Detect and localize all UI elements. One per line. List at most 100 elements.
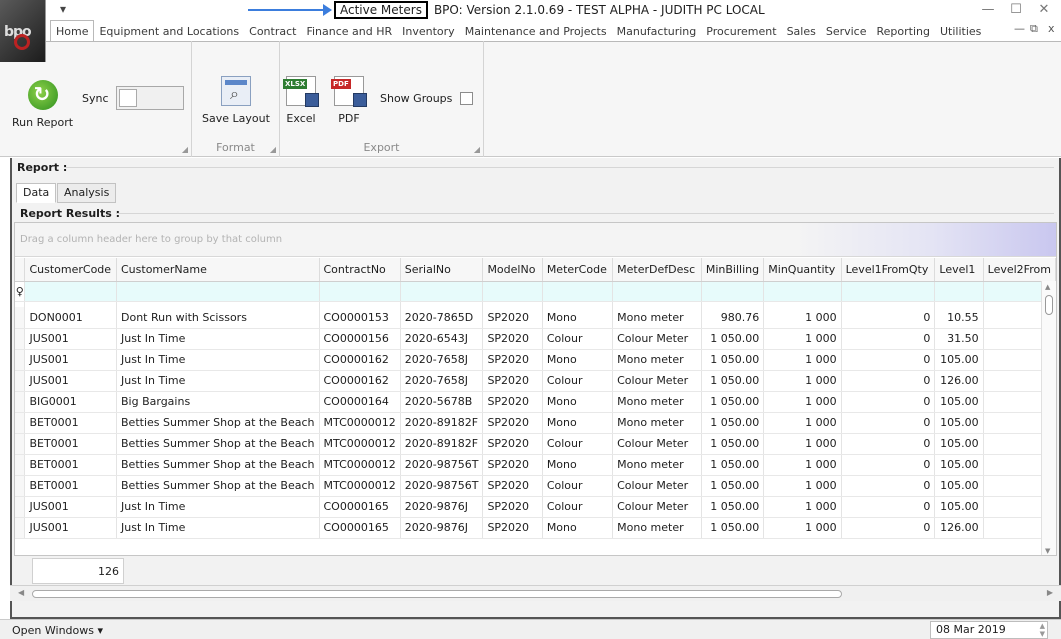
window-minimize-button[interactable]: — xyxy=(978,2,998,17)
date-spin-icon[interactable]: ▲ ▼ xyxy=(1040,622,1045,638)
cell-customername[interactable]: Just In Time xyxy=(116,349,320,371)
cell-serialno[interactable]: 2020-6543J xyxy=(400,328,484,350)
horizontal-scrollbar[interactable]: ◀ ▶ xyxy=(10,585,1061,601)
date-field[interactable]: 08 Mar 2019 ▲ ▼ xyxy=(930,621,1048,639)
cell-contractno[interactable]: CO0000165 xyxy=(319,496,401,518)
cell-meterdefdesc[interactable]: Mono meter xyxy=(612,454,702,476)
cell-contractno[interactable]: MTC0000012 xyxy=(319,412,401,434)
scroll-right-icon[interactable]: ▶ xyxy=(1047,588,1053,597)
cell-minquantity[interactable]: 1 000 xyxy=(763,370,842,392)
cell-level1[interactable]: 126.00 xyxy=(934,370,984,392)
auto-filter-row[interactable]: ♀ xyxy=(15,281,1056,302)
filter-cell[interactable] xyxy=(612,281,702,302)
cell-minquantity[interactable]: 1 000 xyxy=(763,454,842,476)
column-header-serialno[interactable]: SerialNo xyxy=(400,258,484,282)
cell-meterdefdesc[interactable]: Mono meter xyxy=(612,349,702,371)
column-header-metercode[interactable]: MeterCode xyxy=(542,258,614,282)
cell-contractno[interactable]: CO0000162 xyxy=(319,370,401,392)
row-indicator[interactable] xyxy=(15,370,26,392)
cell-level1fromqty[interactable]: 0 xyxy=(841,328,936,350)
cell-metercode[interactable]: Mono xyxy=(542,454,614,476)
group-launcher-icon[interactable]: ◢ xyxy=(182,145,188,154)
tab-contract[interactable]: Contract xyxy=(244,22,301,42)
cell-level1[interactable]: 31.50 xyxy=(934,328,984,350)
tab-inventory[interactable]: Inventory xyxy=(397,22,460,42)
scroll-down-icon[interactable]: ▼ xyxy=(1045,547,1050,555)
filter-cell[interactable] xyxy=(116,281,320,302)
cell-level1fromqty[interactable]: 0 xyxy=(841,307,936,329)
cell-customercode[interactable]: JUS001 xyxy=(24,517,117,539)
column-header-level1[interactable]: Level1 xyxy=(934,258,984,282)
tab-utilities[interactable]: Utilities xyxy=(935,22,986,42)
column-header-customercode[interactable]: CustomerCode xyxy=(24,258,117,282)
cell-minbilling[interactable]: 1 050.00 xyxy=(701,349,765,371)
row-indicator[interactable] xyxy=(15,517,26,539)
cell-level1[interactable]: 105.00 xyxy=(934,454,984,476)
cell-metercode[interactable]: Colour xyxy=(542,475,614,497)
cell-level1fromqty[interactable]: 0 xyxy=(841,412,936,434)
scroll-up-icon[interactable]: ▲ xyxy=(1045,283,1050,291)
table-row[interactable]: JUS001 Just In Time CO0000162 2020-7658J SP2… xyxy=(15,370,1056,392)
cell-customercode[interactable]: BET0001 xyxy=(24,433,117,455)
table-row[interactable]: BET0001 Betties Summer Shop at the Beach M… xyxy=(15,433,1056,455)
cell-modelno[interactable]: SP2020 xyxy=(482,349,543,371)
cell-serialno[interactable]: 2020-98756T xyxy=(400,454,484,476)
row-indicator[interactable] xyxy=(15,391,26,413)
cell-customername[interactable]: Dont Run with Scissors xyxy=(116,307,320,329)
row-indicator[interactable] xyxy=(15,412,26,434)
cell-metercode[interactable]: Colour xyxy=(542,496,614,518)
table-row[interactable]: DON0001 Dont Run with Scissors CO0000153 20… xyxy=(15,307,1056,329)
tab-sales[interactable]: Sales xyxy=(782,22,821,42)
cell-metercode[interactable]: Mono xyxy=(542,412,614,434)
cell-meterdefdesc[interactable]: Colour Meter xyxy=(612,475,702,497)
cell-customercode[interactable]: BET0001 xyxy=(24,454,117,476)
column-header-minquantity[interactable]: MinQuantity xyxy=(763,258,842,282)
cell-minquantity[interactable]: 1 000 xyxy=(763,391,842,413)
column-header-minbilling[interactable]: MinBilling xyxy=(701,258,765,282)
cell-customername[interactable]: Betties Summer Shop at the Beach xyxy=(116,454,320,476)
vertical-scrollbar[interactable]: ▲ ▼ xyxy=(1041,281,1056,555)
table-row[interactable]: JUS001 Just In Time CO0000162 2020-7658J SP2… xyxy=(15,349,1056,371)
cell-modelno[interactable]: SP2020 xyxy=(482,454,543,476)
cell-meterdefdesc[interactable]: Mono meter xyxy=(612,391,702,413)
mdi-minimize-button[interactable]: — xyxy=(1014,22,1025,35)
show-groups-checkbox[interactable] xyxy=(460,92,474,105)
tab-procurement[interactable]: Procurement xyxy=(701,22,781,42)
cell-serialno[interactable]: 2020-9876J xyxy=(400,496,484,518)
tab-equipment-and-locations[interactable]: Equipment and Locations xyxy=(94,22,244,42)
table-row[interactable]: JUS001 Just In Time CO0000165 2020-9876J SP2… xyxy=(15,496,1056,518)
cell-minquantity[interactable]: 1 000 xyxy=(763,307,842,329)
cell-contractno[interactable]: MTC0000012 xyxy=(319,454,401,476)
tab-service[interactable]: Service xyxy=(821,22,872,42)
cell-minbilling[interactable]: 1 050.00 xyxy=(701,370,765,392)
cell-minquantity[interactable]: 1 000 xyxy=(763,328,842,350)
filter-cell[interactable] xyxy=(542,281,614,302)
cell-meterdefdesc[interactable]: Colour Meter xyxy=(612,328,702,350)
column-header-customername[interactable]: CustomerName xyxy=(116,258,320,282)
filter-cell[interactable] xyxy=(319,281,401,302)
cell-modelno[interactable]: SP2020 xyxy=(482,517,543,539)
cell-meterdefdesc[interactable]: Mono meter xyxy=(612,307,702,329)
cell-metercode[interactable]: Colour xyxy=(542,433,614,455)
cell-customercode[interactable]: JUS001 xyxy=(24,328,117,350)
cell-level1[interactable]: 105.00 xyxy=(934,349,984,371)
cell-modelno[interactable]: SP2020 xyxy=(482,496,543,518)
row-indicator[interactable] xyxy=(15,454,26,476)
row-indicator[interactable] xyxy=(15,496,26,518)
run-report-button[interactable]: Run Report xyxy=(12,80,73,129)
row-indicator[interactable] xyxy=(15,433,26,455)
cell-level1fromqty[interactable]: 0 xyxy=(841,433,936,455)
scroll-left-icon[interactable]: ◀ xyxy=(18,588,24,597)
cell-minquantity[interactable]: 1 000 xyxy=(763,433,842,455)
cell-meterdefdesc[interactable]: Colour Meter xyxy=(612,433,702,455)
tab-reporting[interactable]: Reporting xyxy=(872,22,935,42)
cell-level1[interactable]: 105.00 xyxy=(934,496,984,518)
open-windows-button[interactable]: Open Windows ▾ xyxy=(12,624,103,637)
tab-data[interactable]: Data xyxy=(16,183,57,203)
filter-cell[interactable] xyxy=(482,281,543,302)
cell-modelno[interactable]: SP2020 xyxy=(482,475,543,497)
cell-customername[interactable]: Just In Time xyxy=(116,517,320,539)
tab-home[interactable]: Home xyxy=(50,20,95,42)
column-header-modelno[interactable]: ModelNo xyxy=(482,258,543,282)
cell-serialno[interactable]: 2020-7658J xyxy=(400,370,484,392)
